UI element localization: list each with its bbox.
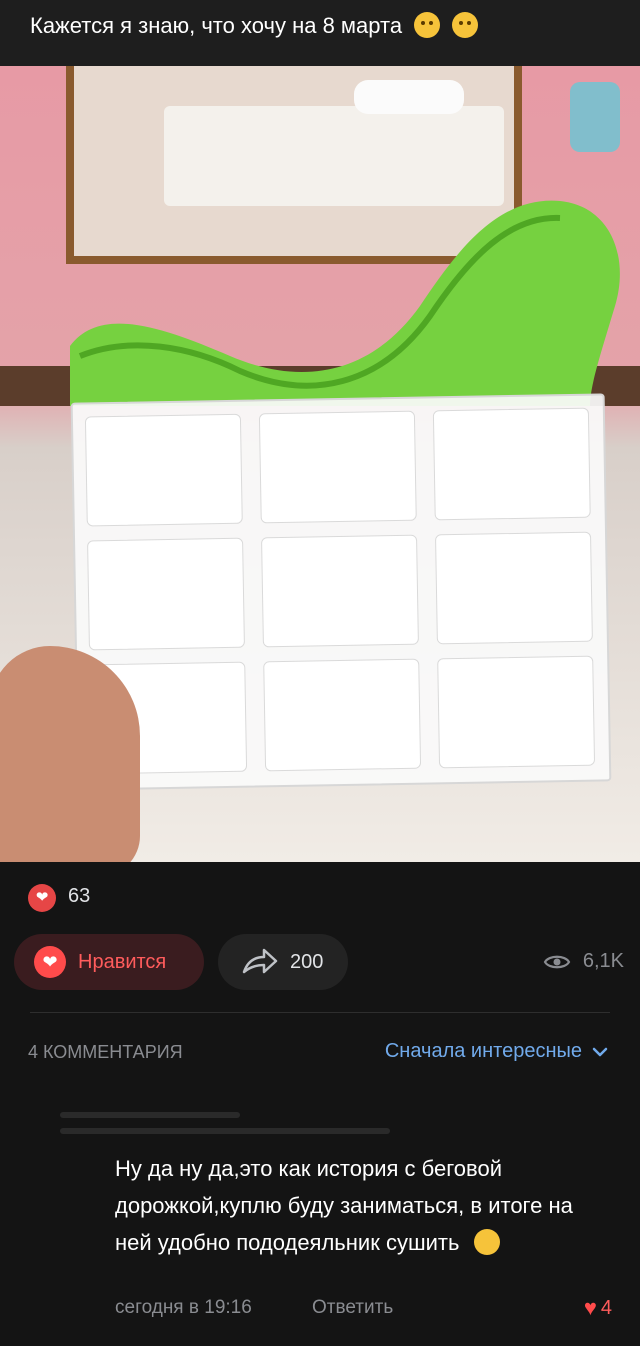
like-label: Нравится: [78, 950, 167, 973]
comment-likes-count: 4: [600, 1296, 612, 1319]
comment-body: Ну да ну да,это как история с беговой до…: [115, 1156, 573, 1255]
chevron-down-icon: [592, 1047, 608, 1056]
position-card: [261, 534, 419, 648]
green-chair: [70, 200, 620, 406]
blurred-comment-header: [60, 1128, 390, 1134]
positions-sheet: [70, 393, 612, 791]
views-count: 6,1K: [582, 950, 624, 972]
likes-count[interactable]: 63: [68, 885, 90, 908]
post-title: Кажется я знаю, что хочу на 8 марта: [30, 12, 479, 39]
position-card: [432, 407, 591, 521]
smirk-emoji-icon: [414, 12, 441, 38]
comment-like-button[interactable]: ♥ 4: [584, 1295, 612, 1321]
post-header: Кажется я знаю, что хочу на 8 марта: [0, 0, 640, 66]
sort-label: Сначала интересные: [384, 1040, 582, 1062]
comment-timestamp: сегодня в 19:16: [115, 1297, 252, 1318]
position-card: [437, 655, 596, 769]
watermark-logo: [570, 82, 620, 152]
post-photo[interactable]: [0, 66, 640, 862]
likes-heart-icon: ❤: [28, 884, 56, 912]
position-card: [87, 537, 245, 651]
comments-count-label: 4 КОММЕНТАРИЯ: [28, 1042, 183, 1062]
position-card: [263, 658, 422, 772]
share-button[interactable]: 200: [218, 934, 348, 990]
position-card: [258, 410, 417, 524]
heart-icon: ❤: [34, 946, 66, 978]
shares-count: 200: [290, 950, 324, 973]
position-card: [84, 413, 243, 527]
rofl-emoji-icon: [473, 1229, 500, 1255]
hand: [0, 646, 140, 862]
divider: [30, 1012, 610, 1013]
reply-button[interactable]: Ответить: [312, 1297, 393, 1319]
blurred-comment-header: [60, 1112, 240, 1118]
post-title-text: Кажется я знаю, что хочу на 8 марта: [30, 13, 403, 38]
like-button[interactable]: ❤ Нравится: [14, 934, 204, 990]
share-icon: [242, 948, 278, 974]
position-card: [435, 531, 593, 645]
comment-text: Ну да ну да,это как история с беговой до…: [115, 1150, 615, 1261]
upside-down-emoji-icon: [452, 12, 479, 38]
views-counter: 6,1K: [543, 950, 624, 973]
mirror-pillow: [354, 80, 464, 114]
heart-icon: ♥: [583, 1295, 597, 1320]
comments-sort-dropdown[interactable]: Сначала интересные: [385, 1040, 608, 1063]
eye-icon: [543, 955, 571, 968]
